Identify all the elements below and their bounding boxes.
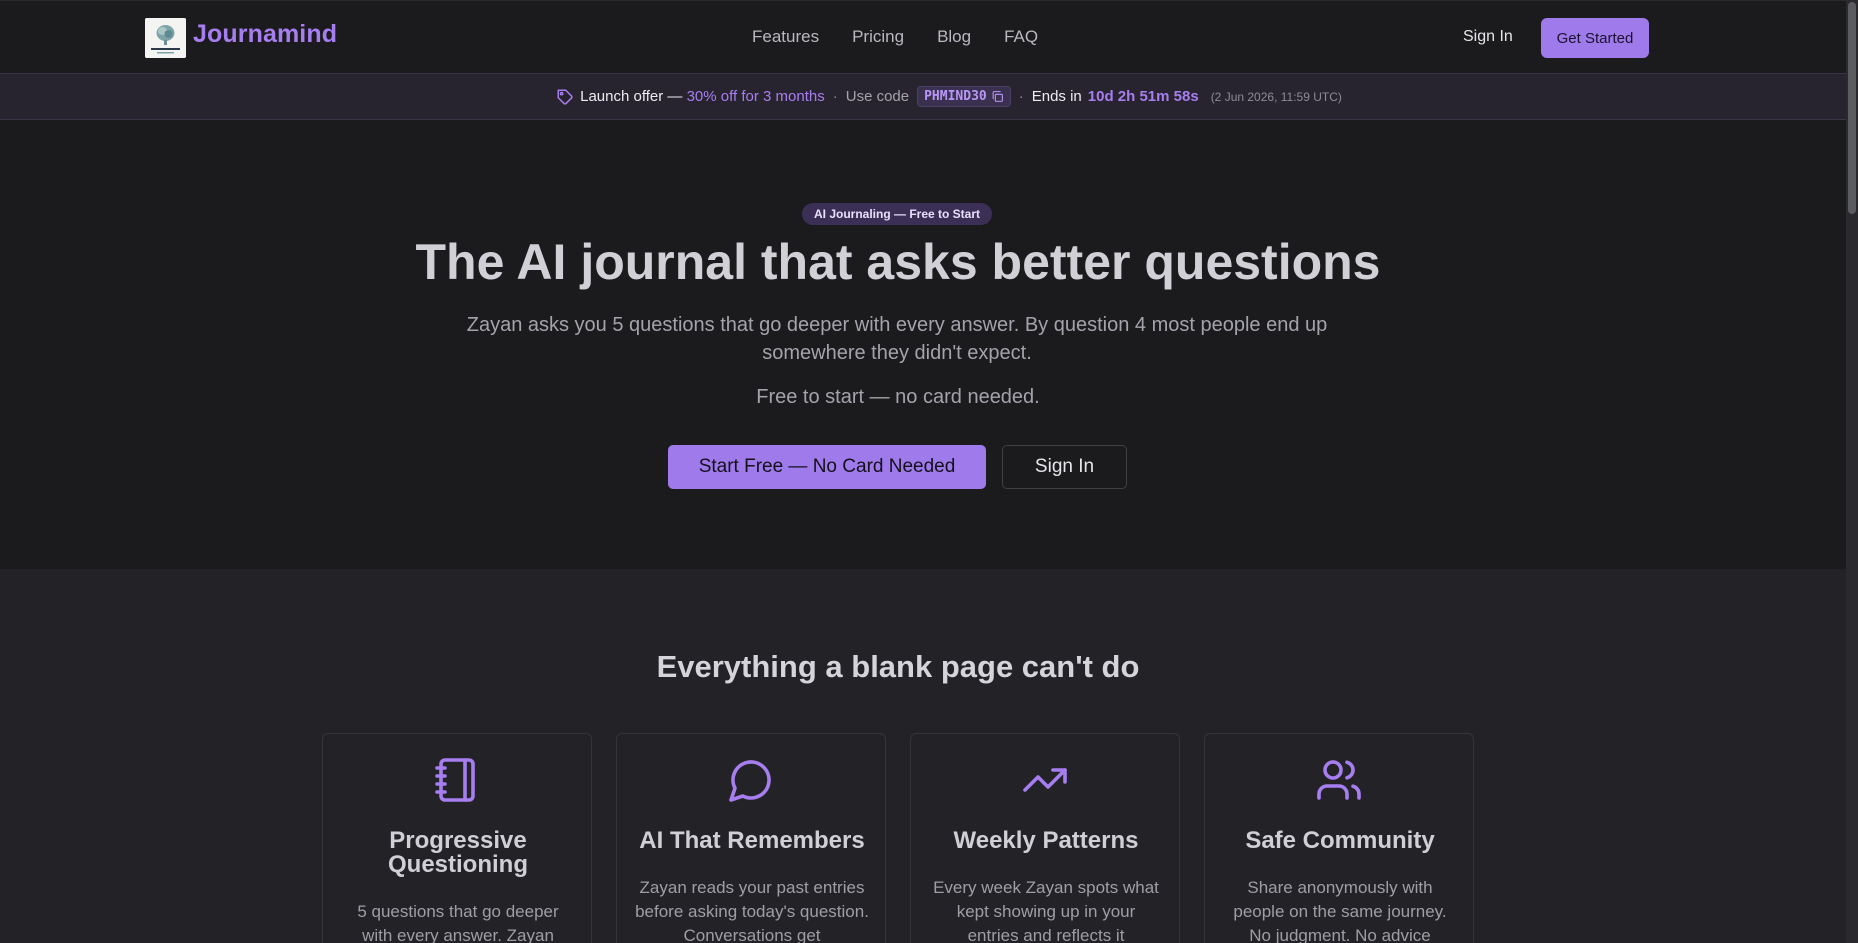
nav-link-blog[interactable]: Blog [937, 27, 971, 47]
nav-link-pricing[interactable]: Pricing [852, 27, 904, 47]
hero-subtitle: Zayan asks you 5 questions that go deepe… [466, 314, 1328, 364]
feature-card: AI That Remembers Zayan reads your past … [616, 733, 886, 943]
feature-card-description: Zayan reads your past entries before ask… [635, 878, 869, 943]
start-free-button[interactable]: Start Free — No Card Needed [668, 445, 986, 489]
separator-dot: · [1018, 88, 1024, 105]
feature-card-title: Progressive Questioning [388, 827, 528, 878]
countdown-timer: 10d 2h 51m 58s [1087, 88, 1199, 105]
separator-dot: · [832, 88, 838, 105]
notebook-icon [435, 758, 475, 802]
promo-code-text: PHMIND30 [924, 89, 987, 104]
hero-title: The AI journal that asks better question… [415, 234, 1381, 290]
main-nav: Features Pricing Blog FAQ [752, 27, 1071, 47]
feature-card-title: Safe Community [1245, 827, 1435, 854]
launch-offer-banner: Launch offer — 30% off for 3 months · Us… [0, 73, 1846, 120]
top-navbar: Journamind Features Pricing Blog FAQ Sig… [0, 0, 1846, 73]
feature-card: Safe Community Share anonymously with pe… [1204, 733, 1474, 943]
scrollbar-thumb[interactable] [1848, 2, 1856, 214]
hero-free-note: Free to start — no card needed. [756, 386, 1040, 408]
features-title: Everything a blank page can't do [656, 649, 1140, 684]
promo-code-chip[interactable]: PHMIND30 [917, 86, 1011, 107]
hero-sign-in-button[interactable]: Sign In [1002, 445, 1127, 489]
users-icon [1317, 760, 1361, 800]
trending-up-icon [1023, 768, 1067, 792]
offer-label: Launch offer — [580, 88, 683, 105]
feature-card: Progressive Questioning 5 questions that… [322, 733, 592, 943]
brand-logo[interactable] [145, 18, 186, 58]
features-section: Everything a blank page can't do Progres… [0, 569, 1846, 943]
feature-card-description: Every week Zayan spots what kept showing… [933, 878, 1159, 943]
copy-icon[interactable] [991, 90, 1004, 103]
feature-card-title: AI That Remembers [639, 827, 865, 854]
feature-card-title: Weekly Patterns [953, 827, 1139, 854]
offer-value: 30% off for 3 months [686, 88, 825, 105]
page: Journamind Features Pricing Blog FAQ Sig… [0, 0, 1846, 943]
feature-card-description: 5 questions that go deeper with every an… [357, 902, 559, 943]
ends-in-label: Ends in [1031, 88, 1082, 105]
vertical-scrollbar[interactable] [1846, 0, 1858, 943]
use-code-label: Use code [845, 88, 910, 105]
hero-badge: AI Journaling — Free to Start [802, 203, 993, 225]
nav-link-faq[interactable]: FAQ [1004, 27, 1038, 47]
nav-link-features[interactable]: Features [752, 27, 819, 47]
nav-sign-in-link[interactable]: Sign In [1463, 28, 1513, 46]
tag-icon [557, 89, 573, 105]
brand-name[interactable]: Journamind [193, 20, 337, 49]
brain-logo-icon [145, 18, 186, 58]
feature-card: Weekly Patterns Every week Zayan spots w… [910, 733, 1180, 943]
offer-end-date: (2 Jun 2026, 11:59 UTC) [1210, 89, 1342, 104]
feature-card-description: Share anonymously with people on the sam… [1233, 878, 1447, 943]
hero-section: AI Journaling — Free to Start The AI jou… [0, 121, 1846, 569]
get-started-button[interactable]: Get Started [1541, 18, 1649, 58]
chat-bubble-icon [729, 760, 771, 802]
